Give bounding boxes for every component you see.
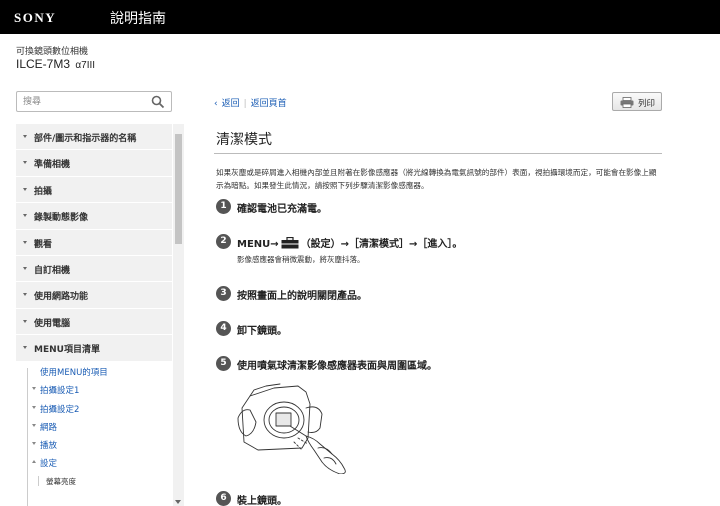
subitem-playback[interactable]: 播放 [16, 435, 172, 453]
sidebar-item-label: 準備相機 [34, 160, 71, 171]
sidebar-item-label: 錄製動態影像 [34, 213, 89, 224]
scroll-down-arrow-icon[interactable] [175, 500, 181, 504]
expand-arrow-icon [32, 442, 36, 446]
sidebar-item-label: 拍攝 [34, 186, 53, 197]
step-text: 裝上鏡頭。 [237, 496, 287, 506]
expand-arrow-icon [23, 293, 27, 297]
subitem-monitor-brightness[interactable]: 螢幕亮度 [16, 472, 172, 490]
subitem-label: 播放 [40, 441, 58, 452]
help-guide-page: SONY 說明指南 可換鏡頭數位相機 ILCE-7M3 α7III 部件/圖示和… [0, 0, 720, 506]
expand-arrow-icon [23, 187, 27, 191]
sidebar-item-preparing[interactable]: 準備相機 [16, 150, 172, 177]
sidebar-item-shooting[interactable]: 拍攝 [16, 176, 172, 204]
sidebar-item-label: 自訂相機 [34, 265, 71, 276]
subitem-label: 使用MENU的項目 [40, 368, 108, 378]
print-label: 列印 [638, 99, 656, 109]
subitem-shooting-1[interactable]: 拍攝設定1 [16, 380, 172, 398]
sidebar-item-viewing[interactable]: 觀看 [16, 229, 172, 256]
sidebar-item-movies[interactable]: 錄製動態影像 [16, 203, 172, 230]
breadcrumb: ‹ 返回 | 返回頁首 [214, 96, 287, 109]
step-number: 2 [216, 234, 231, 249]
subitem-label: 拍攝設定1 [40, 386, 80, 397]
expand-arrow-icon [23, 346, 27, 350]
sidebar-item-label: MENU項目清單 [34, 345, 100, 356]
guide-title[interactable]: 說明指南 [110, 8, 166, 28]
sidebar-scrollbar[interactable] [173, 124, 184, 506]
sidebar-item-customize[interactable]: 自訂相機 [16, 255, 172, 283]
expand-arrow-icon [32, 423, 36, 427]
subitem-label: 網路 [40, 422, 58, 433]
subitem-label: 拍攝設定2 [40, 404, 80, 415]
search-box[interactable] [16, 91, 172, 112]
step-text: 卸下鏡頭。 [237, 326, 287, 337]
step-number: 4 [216, 321, 231, 336]
printer-icon [620, 97, 634, 108]
product-model: ILCE-7M3 α7III [16, 57, 95, 71]
expand-arrow-icon [23, 240, 27, 244]
subitem-label: 螢幕亮度 [46, 476, 76, 486]
sidebar-sublist: 使用MENU的項目 拍攝設定1 拍攝設定2 網路 播放 設定 螢幕亮度 [16, 362, 172, 490]
step-number: 5 [216, 356, 231, 371]
print-button[interactable]: 列印 [612, 92, 662, 111]
expand-arrow-icon [23, 214, 27, 218]
scroll-thumb[interactable] [175, 134, 182, 244]
collapse-arrow-icon [32, 460, 36, 464]
chevron-left-icon: ‹ [214, 99, 218, 109]
step-text-menu: MENU→ [237, 239, 279, 250]
title-divider [214, 153, 662, 154]
step-note: 影像感應器會稍微震動，將灰塵抖落。 [237, 255, 365, 264]
expand-arrow-icon [23, 319, 27, 323]
sidebar-item-label: 部件/圖示和指示器的名稱 [34, 134, 137, 144]
intro-text: 如果灰塵或是碎屑進入相機內部並且附著在影像感應器（將光線轉換為電氣訊號的部件）表… [216, 168, 657, 190]
step-text: 使用噴氣球清潔影像感應器表面與周圍區域。 [237, 361, 437, 372]
sidebar-item-menu-list[interactable]: MENU項目清單 [16, 335, 172, 362]
subitem-shooting-2[interactable]: 拍攝設定2 [16, 399, 172, 417]
tree-tick [38, 475, 39, 486]
sidebar-item-label: 使用電腦 [34, 318, 71, 329]
page-title: 清潔模式 [216, 132, 272, 148]
model-name: ILCE-7M3 [16, 57, 71, 71]
toolbox-icon [281, 237, 299, 249]
brand-logo[interactable]: SONY [14, 10, 56, 26]
sidebar-nav: 部件/圖示和指示器的名稱 準備相機 拍攝 錄製動態影像 觀看 自訂相機 使用網路… [16, 124, 172, 362]
step-text: 按照畫面上的說明關閉產品。 [237, 291, 367, 302]
sidebar-item-computer[interactable]: 使用電腦 [16, 308, 172, 336]
sidebar: 部件/圖示和指示器的名稱 準備相機 拍攝 錄製動態影像 觀看 自訂相機 使用網路… [16, 124, 184, 506]
step-number: 3 [216, 286, 231, 301]
expand-arrow-icon [23, 135, 27, 138]
expand-arrow-icon [32, 387, 36, 391]
step-number: 6 [216, 491, 231, 506]
step-text: MENU→ （設定）→［清潔模式］→［進入］。 [237, 235, 462, 250]
subitem-using-menu[interactable]: 使用MENU的項目 [16, 362, 172, 380]
breadcrumb-separator: | [243, 99, 247, 109]
expand-arrow-icon [23, 161, 27, 165]
expand-arrow-icon [32, 405, 36, 409]
step-text-rest: （設定）→［清潔模式］→［進入］。 [300, 239, 463, 250]
model-sub: α7III [75, 60, 96, 71]
back-link[interactable]: 返回 [222, 99, 240, 109]
product-category: 可換鏡頭數位相機 [16, 47, 89, 57]
blower-cleaning-illustration [237, 383, 346, 474]
search-input[interactable] [23, 95, 143, 109]
step-text: 確認電池已充滿電。 [237, 204, 327, 215]
subitem-setup[interactable]: 設定 [16, 453, 172, 471]
sidebar-item-label: 觀看 [34, 239, 53, 250]
subitem-network[interactable]: 網路 [16, 417, 172, 435]
expand-arrow-icon [23, 266, 27, 270]
sidebar-item-label: 使用網路功能 [34, 292, 89, 303]
top-bar: SONY 說明指南 [0, 0, 720, 34]
step-number: 1 [216, 199, 231, 214]
sidebar-item-parts[interactable]: 部件/圖示和指示器的名稱 [16, 124, 172, 151]
home-link[interactable]: 返回頁首 [251, 99, 287, 109]
sidebar-item-network[interactable]: 使用網路功能 [16, 282, 172, 309]
search-icon[interactable] [151, 95, 165, 109]
subitem-label: 設定 [40, 459, 58, 470]
